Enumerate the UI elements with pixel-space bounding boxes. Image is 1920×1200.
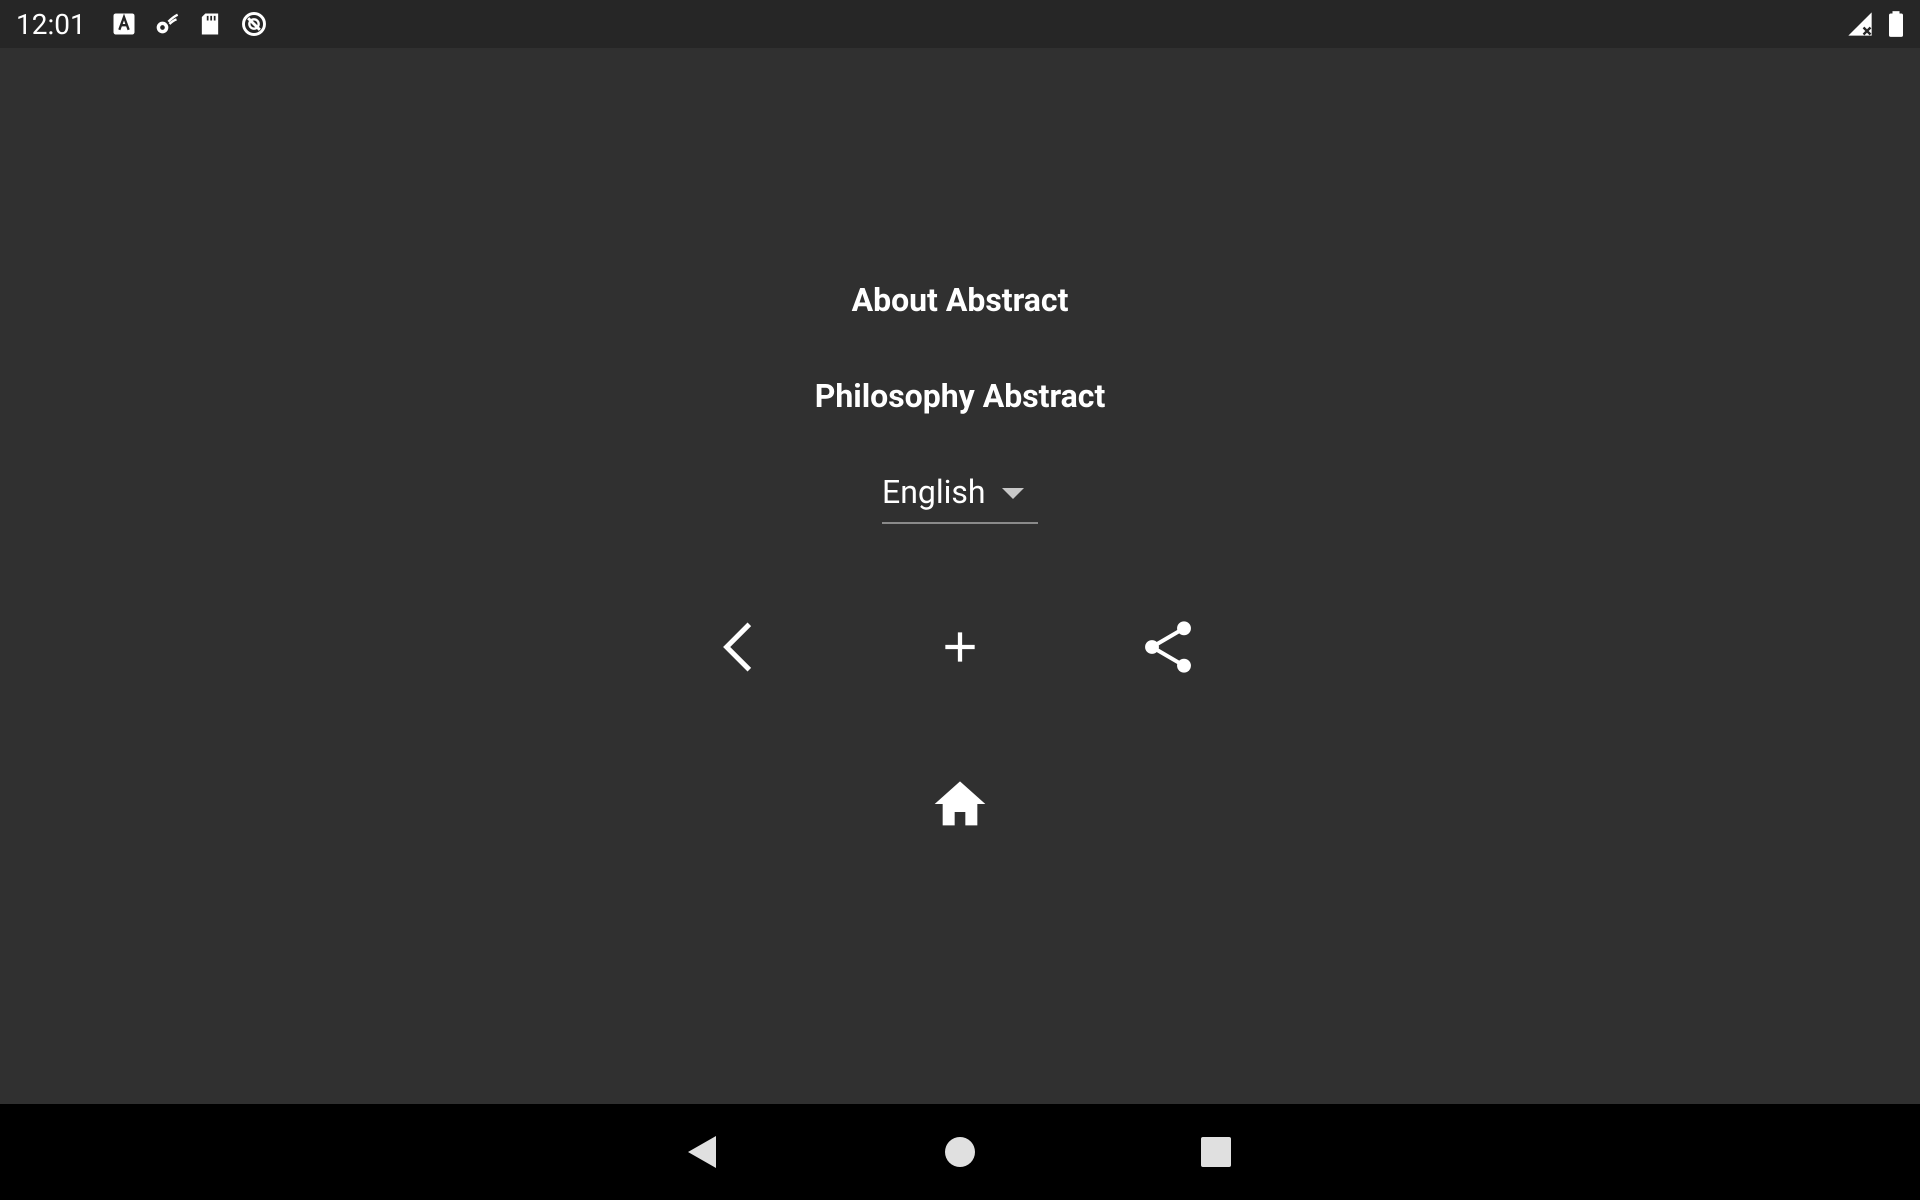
sd-card-icon: [196, 10, 224, 38]
nav-recents-button[interactable]: [1192, 1128, 1240, 1176]
status-time: 12:01: [16, 8, 86, 41]
nav-home-button[interactable]: [936, 1128, 984, 1176]
nav-back-button[interactable]: [678, 1128, 726, 1176]
share-icon: [1145, 621, 1191, 673]
language-dropdown[interactable]: English: [882, 470, 1038, 524]
nav-recents-icon: [1201, 1137, 1231, 1167]
signal-off-icon: [1846, 10, 1874, 38]
home-button[interactable]: [928, 772, 992, 836]
share-button[interactable]: [1136, 615, 1200, 679]
back-button[interactable]: [708, 615, 772, 679]
add-icon: [945, 632, 975, 662]
language-selected-value: English: [882, 473, 986, 511]
status-bar: 12:01: [0, 0, 1920, 48]
settings-gear-icon: [152, 10, 180, 38]
battery-icon: [1882, 10, 1910, 38]
font-a-icon: [110, 10, 138, 38]
back-chevron-icon: [723, 622, 752, 672]
dropdown-arrow-icon: [1002, 488, 1024, 499]
navigation-bar: [0, 1104, 1920, 1200]
nav-home-icon: [945, 1137, 975, 1167]
add-button[interactable]: [928, 615, 992, 679]
sync-disabled-icon: [240, 10, 268, 38]
philosophy-title: Philosophy Abstract: [814, 377, 1106, 415]
about-title: About Abstract: [851, 281, 1069, 319]
home-icon: [934, 781, 986, 826]
nav-back-icon: [688, 1136, 716, 1168]
